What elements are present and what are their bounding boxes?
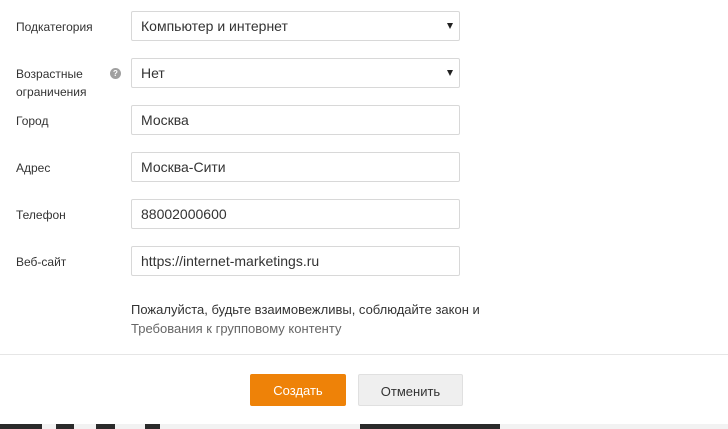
- phone-input[interactable]: [131, 199, 460, 229]
- age-restriction-value: Нет: [141, 65, 165, 81]
- dialog-footer: Создать Отменить: [0, 354, 728, 425]
- chevron-down-icon: [447, 70, 453, 76]
- city-input[interactable]: [131, 105, 460, 135]
- subcategory-label: Подкатегория: [16, 20, 93, 34]
- website-input[interactable]: [131, 246, 460, 276]
- backdrop-shape: [500, 424, 728, 429]
- cancel-button[interactable]: Отменить: [358, 374, 463, 406]
- content-requirements-link[interactable]: Требования к групповому контенту: [131, 319, 480, 338]
- backdrop-shape: [74, 424, 96, 429]
- backdrop-shape: [115, 424, 145, 429]
- subcategory-value: Компьютер и интернет: [141, 18, 288, 34]
- age-restriction-label: Возрастные ограничения: [16, 67, 87, 99]
- help-icon[interactable]: ?: [110, 68, 121, 79]
- phone-label: Телефон: [16, 208, 66, 222]
- page-backdrop: [0, 424, 728, 429]
- subcategory-select[interactable]: Компьютер и интернет: [131, 11, 460, 41]
- note-text: Пожалуйста, будьте взаимовежливы, соблюд…: [131, 302, 480, 317]
- group-settings-form: Подкатегория Компьютер и интернет Возрас…: [0, 0, 728, 354]
- address-input[interactable]: [131, 152, 460, 182]
- chevron-down-icon: [447, 23, 453, 29]
- backdrop-shape: [160, 424, 360, 429]
- address-label: Адрес: [16, 161, 51, 175]
- backdrop-shape: [42, 424, 56, 429]
- website-label: Веб-сайт: [16, 255, 67, 269]
- age-restriction-select[interactable]: Нет: [131, 58, 460, 88]
- create-button[interactable]: Создать: [250, 374, 346, 406]
- content-rules-note: Пожалуйста, будьте взаимовежливы, соблюд…: [131, 300, 480, 338]
- city-label: Город: [16, 114, 49, 128]
